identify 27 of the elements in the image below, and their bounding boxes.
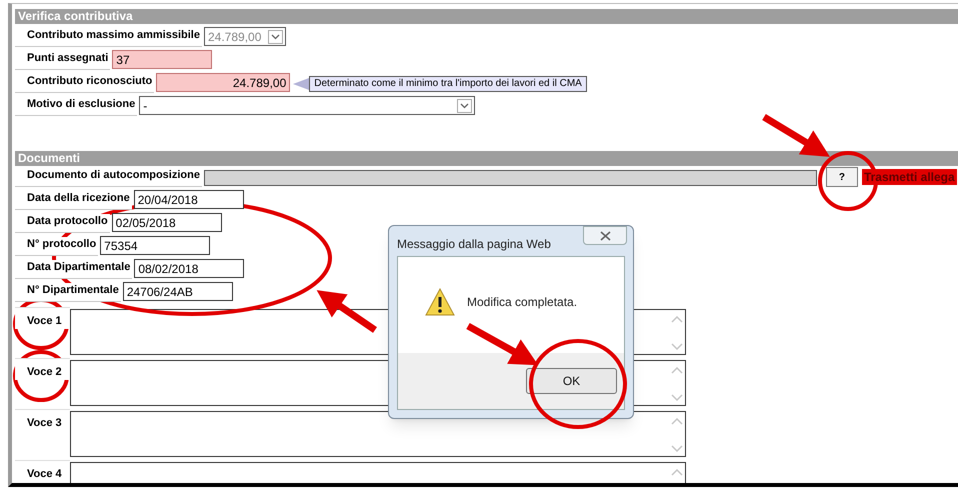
dialog-message: Modifica completata. bbox=[467, 294, 578, 311]
field-label: Documento di autocomposizione bbox=[15, 168, 202, 187]
field-label: Contributo massimo ammissibile bbox=[15, 28, 202, 47]
field-label: Data Dipartimentale bbox=[15, 260, 132, 279]
field-label: Contributo riconosciuto bbox=[15, 74, 154, 93]
tooltip: Determinato come il minimo tra l'importo dei lavori ed il CMA bbox=[309, 76, 587, 92]
text-field[interactable]: 02/05/2018 bbox=[112, 213, 222, 232]
field-label: Voce 2 bbox=[15, 358, 70, 380]
field-label: N° protocollo bbox=[15, 237, 98, 256]
dialog-title: Messaggio dalla pagina Web bbox=[397, 236, 551, 253]
field-label: Motivo di esclusione bbox=[15, 97, 138, 116]
text-field[interactable]: 75354 bbox=[100, 236, 210, 255]
help-button[interactable]: ? bbox=[826, 167, 858, 187]
section-header: Documenti bbox=[15, 151, 958, 166]
field-label: Data della ricezione bbox=[15, 191, 132, 210]
text-field[interactable]: 24706/24AB bbox=[122, 282, 233, 301]
text-field[interactable]: 20/04/2018 bbox=[134, 190, 244, 209]
section-header: Verifica contributiva bbox=[15, 9, 958, 24]
field-label: Voce 1 bbox=[15, 307, 70, 329]
field-label: N° Dipartimentale bbox=[15, 283, 121, 302]
field-label: Data protocollo bbox=[15, 214, 110, 233]
field-label: Punti assegnati bbox=[15, 51, 110, 70]
text-field[interactable]: 24.789,00 bbox=[156, 73, 290, 92]
text-field[interactable]: 08/02/2018 bbox=[134, 259, 244, 278]
dropdown[interactable]: - bbox=[139, 96, 476, 115]
text-field[interactable]: 37 bbox=[112, 50, 212, 69]
ok-button[interactable]: OK bbox=[526, 368, 617, 394]
